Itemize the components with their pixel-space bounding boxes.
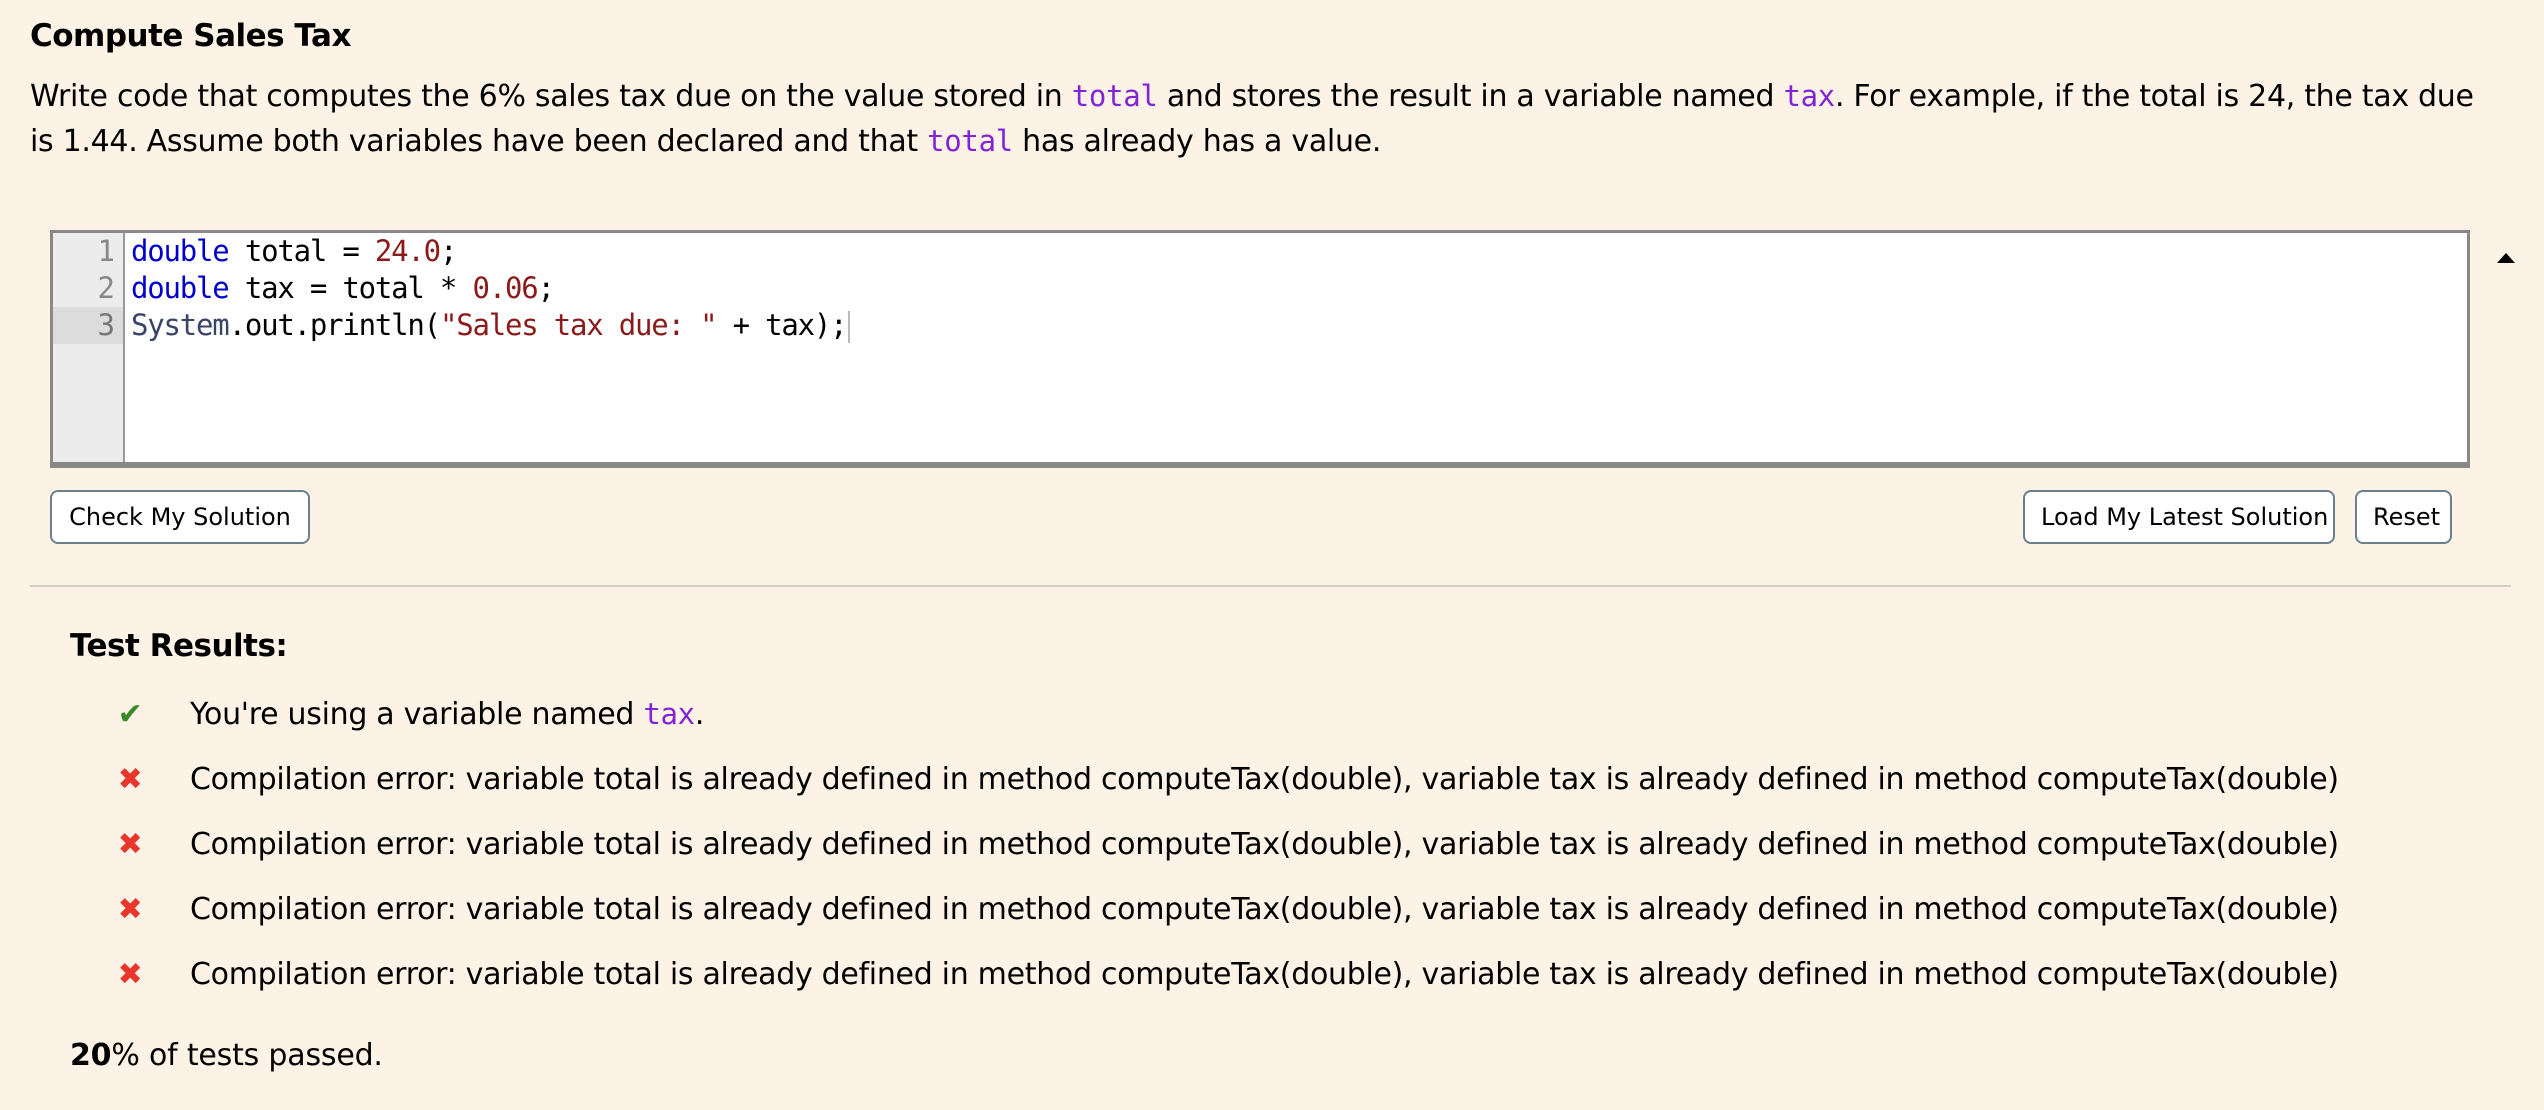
test-results-heading: Test Results:	[70, 628, 288, 664]
check-solution-button[interactable]: Check My Solution	[50, 490, 310, 544]
text-cursor	[848, 311, 851, 343]
test-result-text: Compilation error: variable total is alr…	[190, 762, 2339, 797]
code-token: total =	[228, 234, 375, 268]
description-text: Write code that computes the 6% sales ta…	[30, 79, 1072, 114]
code-token-str: "Sales tax due: "	[439, 308, 718, 342]
code-line[interactable]: System.out.println("Sales tax due: " + t…	[131, 307, 2467, 344]
description-text: and stores the result in a variable name…	[1157, 79, 1784, 114]
code-token-num: 24.0	[374, 234, 441, 268]
x-icon: ✖	[117, 762, 143, 797]
code-tax: tax	[643, 697, 695, 731]
test-result-item: ✖ Compilation error: variable total is a…	[110, 952, 2340, 997]
reset-button[interactable]: Reset	[2355, 490, 2452, 544]
code-token-kw: double	[131, 234, 230, 268]
code-token: ;	[537, 271, 555, 305]
result-message: You're using a variable named	[190, 697, 644, 732]
test-result-text: Compilation error: variable total is alr…	[190, 892, 2339, 927]
collapse-arrow-icon[interactable]	[2497, 253, 2515, 263]
summary-text: % of tests passed.	[111, 1038, 383, 1073]
test-result-item: ✖ Compilation error: variable total is a…	[110, 757, 2340, 802]
code-token-kw: double	[131, 271, 230, 305]
tests-summary: 20% of tests passed.	[70, 1038, 383, 1073]
code-token-cls: System	[131, 308, 230, 342]
check-icon: ✔	[117, 697, 143, 732]
code-line[interactable]: double tax = total * 0.06;	[131, 270, 2467, 307]
test-result-text: Compilation error: variable total is alr…	[190, 957, 2339, 992]
description-text: has already has a value.	[1012, 124, 1382, 159]
problem-description: Write code that computes the 6% sales ta…	[30, 74, 2490, 164]
code-line[interactable]: double total = 24.0;	[131, 233, 2467, 270]
problem-title: Compute Sales Tax	[30, 18, 351, 54]
line-number-gutter: 1 2 3	[53, 233, 125, 462]
code-total: total	[1071, 79, 1158, 113]
code-token-num: 0.06	[472, 271, 538, 305]
code-tax: tax	[1783, 79, 1835, 113]
divider	[30, 585, 2511, 587]
x-icon: ✖	[117, 892, 143, 927]
test-result-item: ✖ Compilation error: variable total is a…	[110, 822, 2340, 867]
code-token: tax = total *	[228, 271, 473, 305]
load-latest-solution-button[interactable]: Load My Latest Solution	[2023, 490, 2335, 544]
code-editor[interactable]: 1 2 3 double total = 24.0; double tax = t…	[50, 230, 2470, 468]
code-token: .out.println(	[228, 308, 442, 342]
line-number: 1	[97, 234, 115, 268]
test-result-text: You're using a variable named tax.	[190, 692, 704, 737]
code-total: total	[927, 124, 1013, 158]
line-number-active: 3	[53, 307, 123, 344]
code-lines[interactable]: double total = 24.0; double tax = total *…	[131, 233, 2467, 344]
code-token: + tax);	[716, 308, 848, 342]
test-result-text: Compilation error: variable total is alr…	[190, 827, 2339, 862]
test-result-item: ✔ You're using a variable named tax.	[110, 692, 705, 737]
code-token: ;	[439, 234, 457, 268]
line-number: 2	[97, 271, 115, 305]
pass-percent: 20	[70, 1038, 112, 1073]
test-result-item: ✖ Compilation error: variable total is a…	[110, 887, 2340, 932]
x-icon: ✖	[117, 957, 143, 992]
x-icon: ✖	[117, 827, 143, 862]
result-suffix: .	[694, 697, 705, 732]
